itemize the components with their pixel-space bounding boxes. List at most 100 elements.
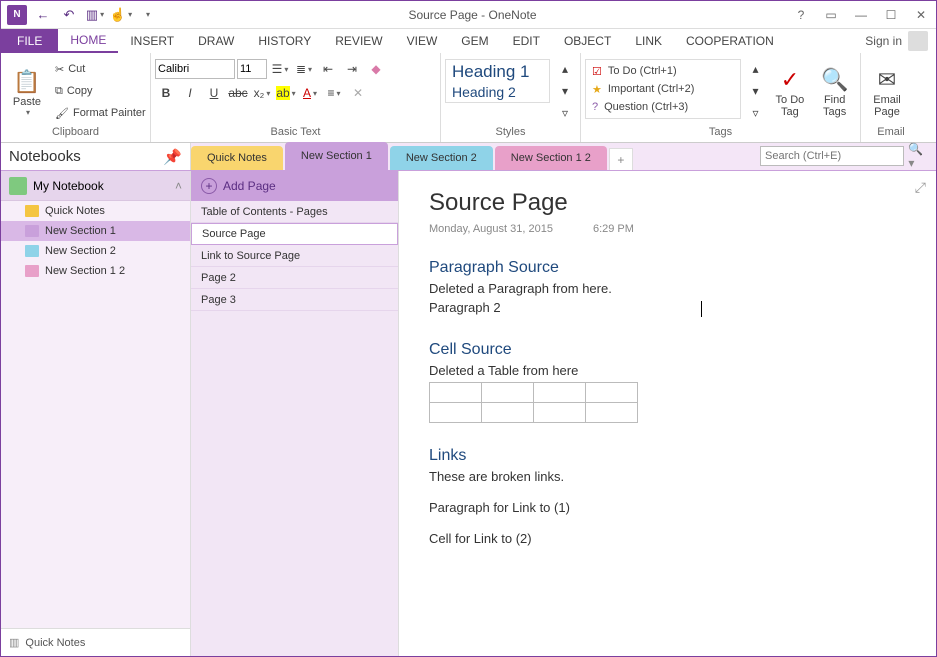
- ribbon-collapse-button[interactable]: ▭: [816, 4, 846, 26]
- bold-button[interactable]: B: [155, 83, 177, 103]
- body-text[interactable]: Cell for Link to (2): [429, 531, 906, 546]
- tags-gallery[interactable]: ☑To Do (Ctrl+1) ★Important (Ctrl+2) ?Que…: [585, 59, 741, 119]
- heading-paragraph-source[interactable]: Paragraph Source: [429, 259, 906, 277]
- section-item[interactable]: New Section 1 2: [1, 261, 190, 281]
- tab-insert[interactable]: INSERT: [118, 29, 186, 53]
- heading-links[interactable]: Links: [429, 447, 906, 465]
- strikethrough-button[interactable]: abc: [227, 83, 249, 103]
- tab-edit[interactable]: EDIT: [501, 29, 552, 53]
- page-item[interactable]: Source Page: [191, 223, 398, 245]
- add-section-button[interactable]: +: [609, 148, 633, 170]
- styles-expand[interactable]: ▿: [554, 103, 576, 123]
- minimize-button[interactable]: —: [846, 4, 876, 26]
- notebook-item[interactable]: My Notebook ˄: [1, 171, 190, 201]
- page-time[interactable]: 6:29 PM: [593, 223, 634, 235]
- checkbox-icon: ☑: [592, 65, 602, 78]
- todo-tag-button[interactable]: ✓ To Do Tag: [769, 59, 812, 125]
- font-family-select[interactable]: [155, 59, 235, 79]
- quick-notes-shortcut[interactable]: ▥ Quick Notes: [1, 628, 190, 656]
- body-text[interactable]: These are broken links.: [429, 469, 906, 484]
- page-item[interactable]: Table of Contents - Pages: [191, 201, 398, 223]
- group-label-basictext: Basic Text: [155, 126, 436, 140]
- style-heading1[interactable]: Heading 1: [452, 62, 543, 82]
- cut-button[interactable]: ✂Cut: [55, 59, 146, 79]
- section-item[interactable]: New Section 1: [1, 221, 190, 241]
- styles-gallery[interactable]: Heading 1 Heading 2: [445, 59, 550, 103]
- tag-todo[interactable]: ☑To Do (Ctrl+1): [588, 62, 738, 80]
- section-tab-newsection2[interactable]: New Section 2: [390, 146, 493, 170]
- bullets-button[interactable]: ☰▾: [269, 59, 291, 79]
- section-tab-newsection1[interactable]: New Section 1: [285, 142, 388, 170]
- group-label-clipboard: Clipboard: [5, 126, 146, 140]
- page-item[interactable]: Link to Source Page: [191, 245, 398, 267]
- sign-in[interactable]: Sign in: [865, 31, 936, 51]
- tags-expand[interactable]: ▿: [745, 103, 767, 123]
- page-item[interactable]: Page 2: [191, 267, 398, 289]
- italic-button[interactable]: I: [179, 83, 201, 103]
- tag-question[interactable]: ?Question (Ctrl+3): [588, 98, 738, 116]
- close-button[interactable]: ✕: [906, 4, 936, 26]
- onenote-app-icon[interactable]: N: [5, 4, 29, 26]
- pin-icon[interactable]: 📌: [163, 148, 182, 166]
- tab-gem[interactable]: GEM: [449, 29, 500, 53]
- paste-button[interactable]: 📋 Paste▾: [5, 59, 49, 125]
- format-painter-button[interactable]: 🖌Format Painter: [55, 103, 146, 123]
- highlight-button[interactable]: ab▾: [275, 83, 297, 103]
- qat-customize-button[interactable]: ▾: [135, 4, 159, 26]
- tags-scroll-up[interactable]: ▴: [745, 59, 767, 79]
- tab-draw[interactable]: DRAW: [186, 29, 246, 53]
- email-page-button[interactable]: ✉ Email Page: [865, 59, 909, 125]
- numbering-button[interactable]: ≣▾: [293, 59, 315, 79]
- page-title[interactable]: Source Page: [429, 189, 906, 217]
- tab-object[interactable]: OBJECT: [552, 29, 623, 53]
- empty-table[interactable]: [429, 382, 638, 423]
- body-text[interactable]: Paragraph 2: [429, 300, 906, 317]
- tab-review[interactable]: REVIEW: [323, 29, 394, 53]
- help-button[interactable]: ?: [786, 4, 816, 26]
- back-button[interactable]: ←: [31, 4, 55, 26]
- indent-button[interactable]: ⇥: [341, 59, 363, 79]
- subscript-button[interactable]: x₂▾: [251, 83, 273, 103]
- undo-button[interactable]: ↶: [57, 4, 81, 26]
- body-text[interactable]: Deleted a Table from here: [429, 363, 906, 378]
- group-label-tags: Tags: [585, 126, 856, 140]
- tab-file[interactable]: FILE: [1, 29, 58, 53]
- find-tags-button[interactable]: 🔍 Find Tags: [813, 59, 856, 125]
- styles-scroll-down[interactable]: ▾: [554, 81, 576, 101]
- tab-history[interactable]: HISTORY: [246, 29, 323, 53]
- tab-link[interactable]: LINK: [623, 29, 674, 53]
- section-item[interactable]: New Section 2: [1, 241, 190, 261]
- body-text[interactable]: Deleted a Paragraph from here.: [429, 281, 906, 296]
- section-tab-quicknotes[interactable]: Quick Notes: [191, 146, 283, 170]
- outdent-button[interactable]: ⇤: [317, 59, 339, 79]
- underline-button[interactable]: U: [203, 83, 225, 103]
- style-heading2[interactable]: Heading 2: [452, 84, 543, 100]
- search-dropdown-icon[interactable]: 🔍▾: [904, 142, 930, 170]
- maximize-button[interactable]: ☐: [876, 4, 906, 26]
- add-page-button[interactable]: + Add Page: [191, 171, 398, 201]
- page-content[interactable]: ⤢ Source Page Monday, August 31, 2015 6:…: [399, 171, 936, 656]
- heading-cell-source[interactable]: Cell Source: [429, 341, 906, 359]
- tab-cooperation[interactable]: COOPERATION: [674, 29, 786, 53]
- touch-mode-button[interactable]: ☝▾: [109, 4, 133, 26]
- ribbon-tabs: FILE HOME INSERT DRAW HISTORY REVIEW VIE…: [1, 29, 936, 53]
- eraser-icon[interactable]: ◆: [365, 59, 387, 79]
- search-input[interactable]: [760, 146, 904, 166]
- clear-formatting-button[interactable]: ✕: [347, 83, 369, 103]
- font-size-select[interactable]: [237, 59, 267, 79]
- body-text[interactable]: Paragraph for Link to (1): [429, 500, 906, 515]
- section-tab-newsection12[interactable]: New Section 1 2: [495, 146, 607, 170]
- expand-icon[interactable]: ⤢: [915, 179, 926, 196]
- tags-scroll-down[interactable]: ▾: [745, 81, 767, 101]
- styles-scroll-up[interactable]: ▴: [554, 59, 576, 79]
- section-item[interactable]: Quick Notes: [1, 201, 190, 221]
- tab-view[interactable]: VIEW: [395, 29, 450, 53]
- page-item[interactable]: Page 3: [191, 289, 398, 311]
- font-color-button[interactable]: A▾: [299, 83, 321, 103]
- page-date[interactable]: Monday, August 31, 2015: [429, 223, 553, 235]
- dock-button[interactable]: ▥▾: [83, 4, 107, 26]
- align-button[interactable]: ≡▾: [323, 83, 345, 103]
- copy-button[interactable]: ⧉Copy: [55, 81, 146, 101]
- tag-important[interactable]: ★Important (Ctrl+2): [588, 80, 738, 98]
- tab-home[interactable]: HOME: [58, 29, 118, 53]
